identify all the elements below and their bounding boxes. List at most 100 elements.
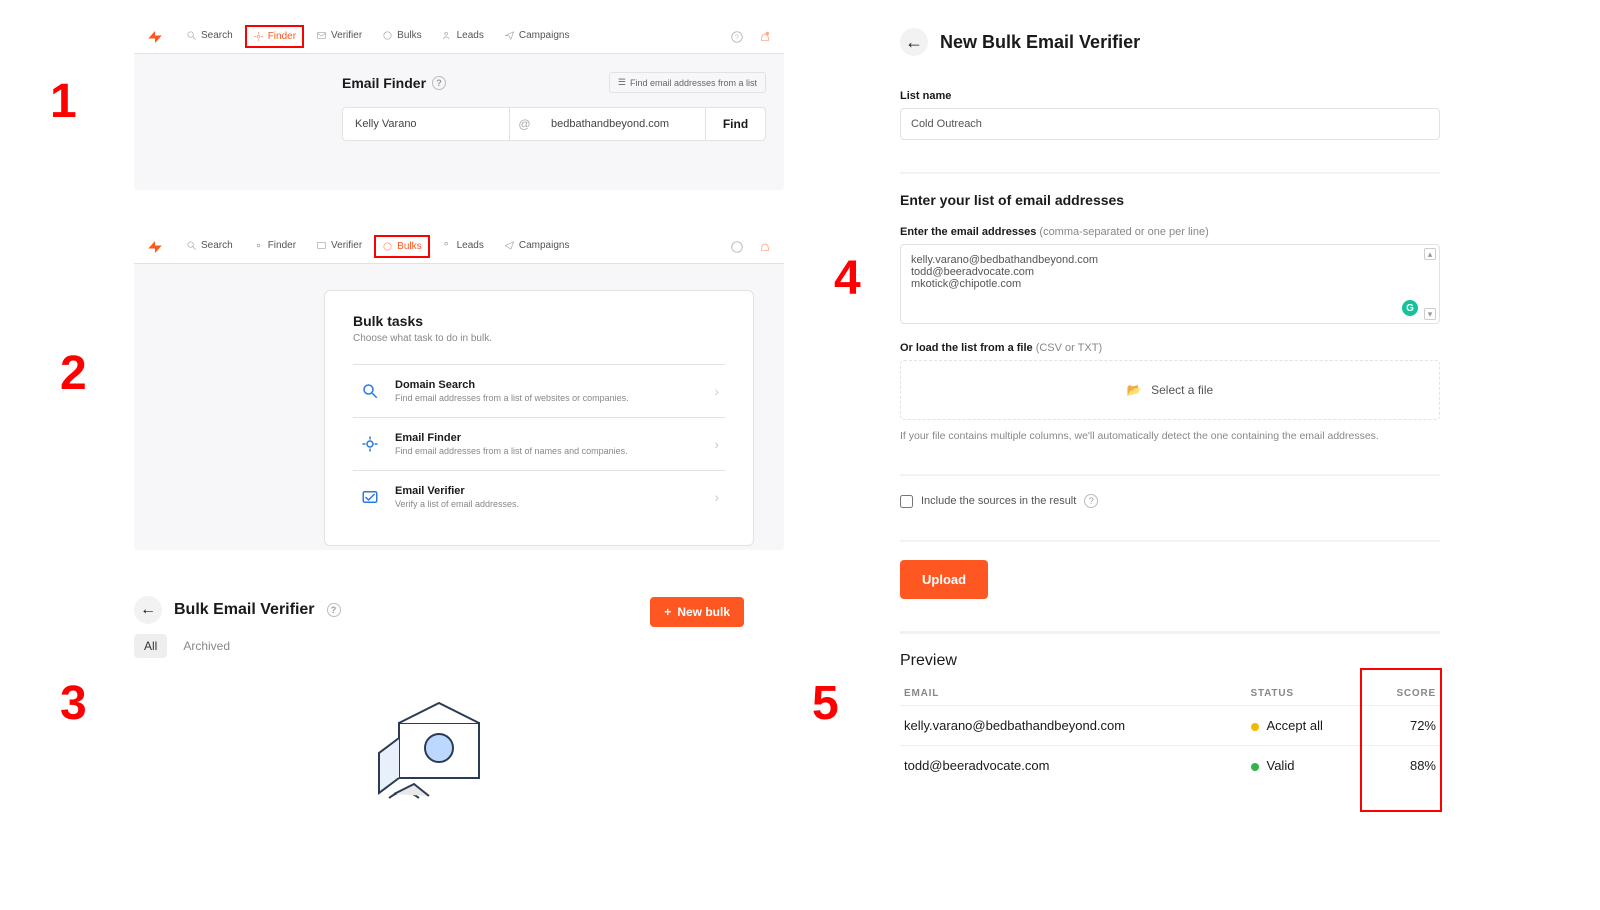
nav-bulks[interactable]: Bulks: [374, 24, 429, 49]
verifier-icon: [359, 488, 381, 506]
step-number-3: 3: [60, 680, 87, 728]
at-separator-icon: @: [509, 108, 539, 140]
grammarly-icon: G: [1402, 300, 1418, 316]
help-badge-icon[interactable]: ?: [1084, 494, 1098, 508]
task-desc: Verify a list of email addresses.: [395, 499, 700, 509]
nav-verifier[interactable]: Verifier: [308, 234, 370, 259]
step-number-2: 2: [60, 350, 87, 398]
scroll-up-icon[interactable]: ▴: [1424, 248, 1436, 260]
nav-bulks-label: Bulks: [397, 241, 421, 252]
email-finder-title: Email Finder ?: [342, 75, 446, 91]
new-bulk-verifier-title: New Bulk Email Verifier: [940, 32, 1140, 53]
nav-bulks-label: Bulks: [397, 30, 421, 41]
task-domain-search[interactable]: Domain Search Find email addresses from …: [353, 364, 725, 417]
multi-column-hint: If your file contains multiple columns, …: [900, 430, 1440, 442]
cell-email: kelly.varano@bedbathandbeyond.com: [900, 706, 1247, 746]
task-name: Domain Search: [395, 379, 700, 391]
bell-icon[interactable]: [758, 240, 772, 254]
nav-leads[interactable]: Leads: [434, 24, 492, 49]
nav-finder[interactable]: Finder: [245, 25, 304, 48]
name-input[interactable]: Kelly Varano: [343, 108, 509, 140]
hunter-logo-icon: [146, 238, 164, 256]
table-row[interactable]: kelly.varano@bedbathandbeyond.comAccept …: [900, 706, 1440, 746]
leads-icon: [442, 240, 453, 251]
panel-step-1: Search Finder Verifier Bulks Leads Campa…: [134, 20, 784, 190]
nav-search-label: Search: [201, 30, 233, 41]
nav-finder-label: Finder: [268, 31, 296, 42]
enter-emails-label: Enter the email addresses (comma-separat…: [900, 226, 1440, 238]
bell-icon[interactable]: [758, 30, 772, 44]
file-label: Or load the list from a file (CSV or TXT…: [900, 342, 1440, 354]
back-button[interactable]: ←: [134, 596, 162, 624]
bulks-icon: [382, 241, 393, 252]
bulk-verifier-title: Bulk Email Verifier: [174, 601, 315, 619]
find-button[interactable]: Find: [705, 108, 765, 140]
search-icon: [186, 30, 197, 41]
select-file-dropzone[interactable]: 📂 Select a file: [900, 360, 1440, 420]
svg-text:?: ?: [735, 34, 739, 41]
tab-archived[interactable]: Archived: [173, 634, 240, 658]
help-badge-icon[interactable]: ?: [327, 603, 341, 617]
search-icon: [359, 382, 381, 400]
scrollbar[interactable]: ▴ ▾: [1423, 248, 1437, 320]
new-bulk-button[interactable]: + New bulk: [650, 597, 744, 627]
back-button[interactable]: ←: [900, 28, 928, 56]
search-icon: [186, 240, 197, 251]
panel-step-2: Search Finder Verifier Bulks Leads Campa…: [134, 230, 784, 550]
task-email-verifier[interactable]: Email Verifier Verify a list of email ad…: [353, 470, 725, 523]
nav-verifier[interactable]: Verifier: [308, 24, 370, 49]
score-highlight-box: [1360, 668, 1442, 812]
include-sources-label: Include the sources in the result: [921, 495, 1076, 507]
col-status: STATUS: [1247, 682, 1369, 706]
enter-heading: Enter your list of email addresses: [900, 192, 1440, 208]
step-number-1: 1: [50, 78, 77, 126]
nav-finder-label: Finder: [268, 240, 296, 251]
task-name: Email Verifier: [395, 485, 700, 497]
target-icon: [359, 435, 381, 453]
step-number-5: 5: [812, 680, 839, 728]
topbar-1: Search Finder Verifier Bulks Leads Campa…: [134, 20, 784, 54]
hunter-logo-icon: [146, 28, 164, 46]
status-dot-icon: [1251, 723, 1259, 731]
chevron-right-icon: ›: [714, 436, 719, 452]
nav-search[interactable]: Search: [178, 24, 241, 49]
find-from-list-button[interactable]: ☰ Find email addresses from a list: [609, 72, 766, 93]
help-icon[interactable]: [730, 240, 744, 254]
nav-campaigns[interactable]: Campaigns: [496, 24, 578, 49]
leads-icon: [442, 30, 453, 41]
bulks-icon: [382, 30, 393, 41]
nav-search[interactable]: Search: [178, 234, 241, 259]
table-row[interactable]: todd@beeradvocate.comValid88%: [900, 746, 1440, 786]
step-number-4: 4: [834, 255, 861, 303]
col-email: EMAIL: [900, 682, 1247, 706]
tab-all[interactable]: All: [134, 634, 167, 658]
target-icon: [253, 240, 264, 251]
domain-input[interactable]: bedbathandbeyond.com: [539, 108, 705, 140]
nav-leads-label: Leads: [457, 30, 484, 41]
nav-finder[interactable]: Finder: [245, 234, 304, 259]
nav-verifier-label: Verifier: [331, 240, 362, 251]
preview-title: Preview: [900, 652, 957, 670]
target-icon: [253, 31, 264, 42]
nav-campaigns-label: Campaigns: [519, 30, 570, 41]
help-badge-icon[interactable]: ?: [432, 76, 446, 90]
cell-email: todd@beeradvocate.com: [900, 746, 1247, 786]
topbar-2: Search Finder Verifier Bulks Leads Campa…: [134, 230, 784, 264]
nav-campaigns[interactable]: Campaigns: [496, 234, 578, 259]
nav-campaigns-label: Campaigns: [519, 240, 570, 251]
bulk-tasks-sub: Choose what task to do in bulk.: [353, 333, 725, 344]
cell-status: Valid: [1247, 746, 1369, 786]
nav-leads[interactable]: Leads: [434, 234, 492, 259]
empty-illustration: [134, 698, 744, 808]
status-dot-icon: [1251, 763, 1259, 771]
include-sources-checkbox[interactable]: [900, 495, 913, 508]
upload-button[interactable]: Upload: [900, 560, 988, 599]
emails-textarea[interactable]: kelly.varano@bedbathandbeyond.com todd@b…: [900, 244, 1440, 324]
task-email-finder[interactable]: Email Finder Find email addresses from a…: [353, 417, 725, 470]
scroll-down-icon[interactable]: ▾: [1424, 308, 1436, 320]
help-icon[interactable]: ?: [730, 30, 744, 44]
chevron-right-icon: ›: [714, 489, 719, 505]
nav-bulks[interactable]: Bulks: [374, 235, 429, 258]
cell-status: Accept all: [1247, 706, 1369, 746]
list-name-input[interactable]: [900, 108, 1440, 140]
